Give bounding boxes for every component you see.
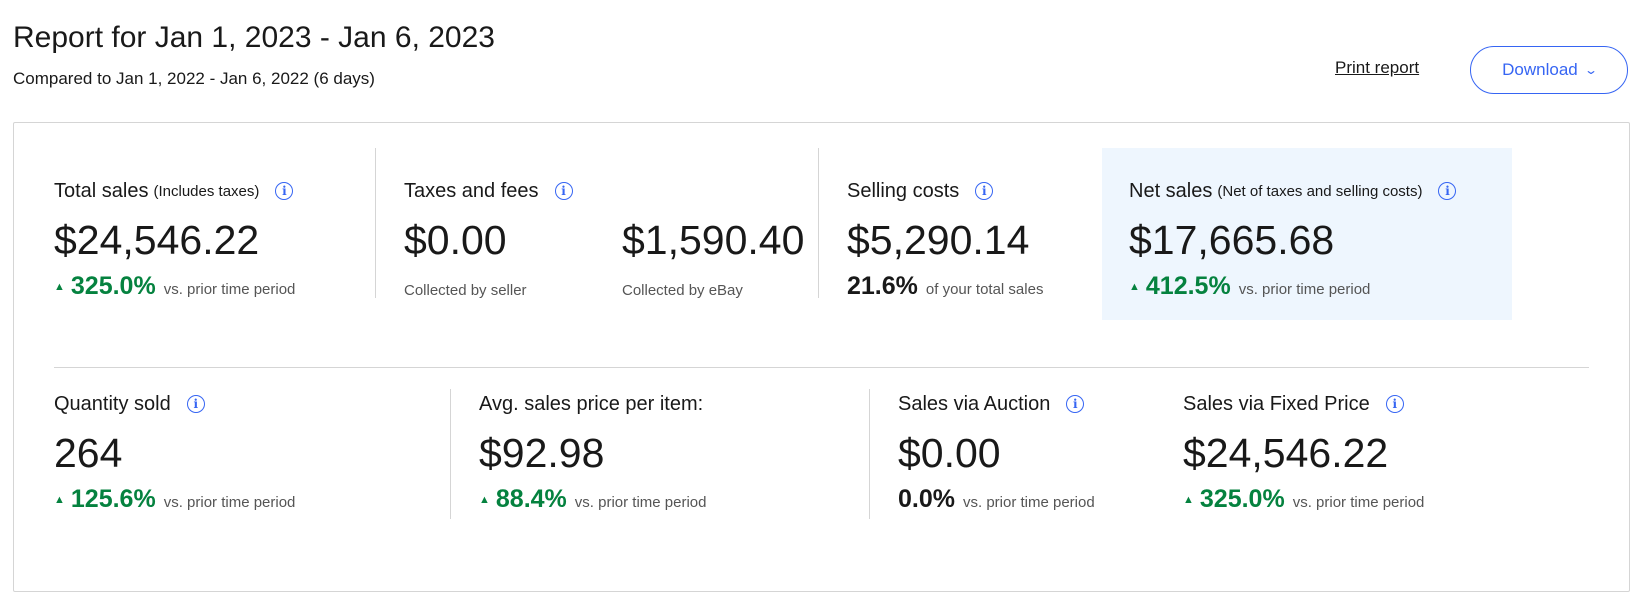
total-sales-value: $24,546.22 [54,217,260,263]
quantity-sold-value: 264 [54,430,123,476]
taxes-fees-card: Taxes and fees i $0.00 Collected by sell… [404,148,819,330]
net-sales-pct: 412.5% [1145,272,1231,300]
info-icon[interactable]: i [1066,395,1085,413]
selling-costs-share: 21.6% of your total sales [847,272,1097,301]
net-sales-sublabel: (Net of taxes and selling costs) [1217,182,1423,200]
taxes-fees-label: Taxes and fees [404,179,539,202]
download-button-label: Download [1502,60,1578,79]
net-sales-label: Net sales [1129,179,1213,202]
ebay-taxes-value: $1,590.40 [622,217,805,263]
divider [450,389,451,519]
seller-taxes-value: $0.00 [404,217,507,263]
auction-sales-note: vs. prior time period [962,494,1095,511]
fixed-price-sales-pct: 325.0% [1199,485,1285,513]
info-icon[interactable]: i [275,182,294,200]
avg-price-trend: ▲ 88.4% vs. prior time period [479,485,869,514]
avg-price-card: Avg. sales price per item: $92.98 ▲ 88.4… [479,391,869,531]
info-icon[interactable]: i [186,395,205,413]
auction-sales-trend: 0.0% vs. prior time period [898,485,1168,514]
net-sales-value: $17,665.68 [1129,217,1335,263]
selling-costs-value: $5,290.14 [847,217,1030,263]
auction-sales-pct: 0.0% [898,485,955,513]
triangle-up-icon: ▲ [54,494,65,506]
total-sales-sublabel: (Includes taxes) [153,182,260,200]
info-icon[interactable]: i [554,182,573,200]
selling-costs-note: of your total sales [925,281,1044,298]
fixed-price-sales-card: Sales via Fixed Price i $24,546.22 ▲ 325… [1183,391,1573,531]
divider [375,148,376,298]
total-sales-card: Total sales (Includes taxes) i $24,546.2… [54,148,374,330]
net-sales-note: vs. prior time period [1238,281,1371,298]
triangle-up-icon: ▲ [54,281,65,293]
summary-panel: Total sales (Includes taxes) i $24,546.2… [13,122,1630,592]
auction-sales-value: $0.00 [898,430,1001,476]
selling-costs-card: Selling costs i $5,290.14 21.6% of your … [847,148,1097,330]
section-divider [54,367,1589,368]
total-sales-trend: ▲ 325.0% vs. prior time period [54,272,374,301]
comparison-subtitle: Compared to Jan 1, 2022 - Jan 6, 2022 (6… [13,69,375,88]
seller-taxes-caption: Collected by seller [404,282,527,299]
auction-sales-label: Sales via Auction [898,392,1051,415]
triangle-up-icon: ▲ [479,494,490,506]
page-title: Report for Jan 1, 2023 - Jan 6, 2023 [13,21,495,54]
quantity-sold-label: Quantity sold [54,392,171,415]
avg-price-label: Avg. sales price per item: [479,392,704,415]
avg-price-note: vs. prior time period [574,494,707,511]
fixed-price-sales-trend: ▲ 325.0% vs. prior time period [1183,485,1573,514]
net-sales-trend: ▲ 412.5% vs. prior time period [1129,272,1456,301]
ebay-taxes: $1,590.40 Collected by eBay [622,204,804,299]
avg-price-value: $92.98 [479,430,605,476]
divider [818,148,819,298]
selling-costs-pct: 21.6% [847,272,918,300]
total-sales-note: vs. prior time period [163,281,296,298]
report-header: Report for Jan 1, 2023 - Jan 6, 2023 Com… [13,18,495,90]
quantity-sold-card: Quantity sold i 264 ▲ 125.6% vs. prior t… [54,391,444,531]
chevron-down-icon: ⌄ [1583,63,1598,77]
avg-price-pct: 88.4% [495,485,567,513]
net-sales-card: Net sales (Net of taxes and selling cost… [1102,148,1512,320]
summary-row-1: Total sales (Includes taxes) i $24,546.2… [54,148,1589,330]
total-sales-pct: 325.0% [70,272,156,300]
ebay-taxes-caption: Collected by eBay [622,282,743,299]
info-icon[interactable]: i [1385,395,1404,413]
auction-sales-card: Sales via Auction i $0.00 0.0% vs. prior… [898,391,1168,531]
total-sales-label: Total sales [54,179,149,202]
fixed-price-sales-label: Sales via Fixed Price [1183,392,1370,415]
info-icon[interactable]: i [1438,182,1457,200]
fixed-price-sales-note: vs. prior time period [1292,494,1425,511]
download-button[interactable]: Download ⌄ [1470,46,1628,94]
triangle-up-icon: ▲ [1129,281,1140,293]
quantity-sold-pct: 125.6% [70,485,156,513]
seller-taxes: $0.00 Collected by seller [404,204,527,299]
divider [869,389,870,519]
selling-costs-label: Selling costs [847,179,960,202]
quantity-sold-note: vs. prior time period [163,494,296,511]
quantity-sold-trend: ▲ 125.6% vs. prior time period [54,485,444,514]
info-icon[interactable]: i [975,182,994,200]
print-report-link[interactable]: Print report [1335,58,1419,78]
summary-row-2: Quantity sold i 264 ▲ 125.6% vs. prior t… [54,389,1589,531]
fixed-price-sales-value: $24,546.22 [1183,430,1389,476]
triangle-up-icon: ▲ [1183,494,1194,506]
